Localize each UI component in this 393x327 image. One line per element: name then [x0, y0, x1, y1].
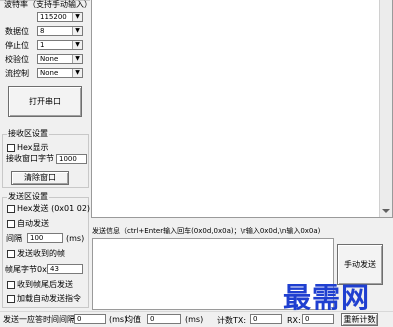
chevron-down-icon: ▼ — [72, 69, 82, 77]
auto-send-checkbox[interactable] — [7, 220, 15, 228]
watermark-logo: 最需网 — [283, 281, 371, 314]
avg-input[interactable]: 0 — [147, 314, 181, 324]
period-unit: (ms) — [66, 234, 85, 243]
hex-send-checkbox[interactable] — [7, 205, 15, 213]
flow-label: 流控制 — [5, 69, 29, 78]
reset-count-button[interactable]: 重新计数 — [341, 313, 378, 326]
chevron-down-icon: ▼ — [72, 55, 82, 63]
count-tx-label: 计数TX: — [217, 316, 247, 325]
window-bytes-label: 接收窗口字节 — [6, 154, 54, 163]
baud-value: 115200 — [40, 13, 67, 21]
send-info-label: 发送信息（ctrl+Enter输入回车(0x0d,0x0a)；\r输入0x0d,… — [92, 227, 321, 235]
manual-send-button[interactable]: 手动发送 — [337, 244, 383, 285]
send-received-label: 发送收到的帧 — [17, 249, 65, 258]
period-label: 间隔 — [6, 234, 22, 243]
add-auto-cmd-checkbox[interactable] — [7, 295, 15, 303]
hex-display-label: Hex显示 — [17, 143, 49, 152]
chevron-down-icon: ▼ — [72, 41, 82, 49]
receive-textarea[interactable] — [91, 0, 393, 218]
delay-label: 发送一应答时间间隔 — [3, 315, 75, 324]
count-tx-input: 0 — [250, 314, 282, 324]
flow-value: None — [40, 69, 59, 77]
clear-window-button[interactable]: 清除窗口 — [11, 171, 69, 185]
parity-label: 校验位 — [5, 55, 29, 64]
frame-tail-label: 帧尾字节0x: — [5, 265, 50, 274]
receive-group-title: 接收区设置 — [7, 129, 49, 139]
avg-unit: (ms) — [185, 315, 204, 324]
auto-send-label: 自动发送 — [17, 219, 49, 228]
frame-tail-input[interactable]: 43 — [47, 264, 83, 274]
flow-select[interactable]: None ▼ — [37, 68, 83, 78]
rx-label: RX: — [287, 316, 301, 325]
send-after-receive-label: 收到帧尾后发送 — [17, 280, 73, 289]
open-port-button[interactable]: 打开串口 — [8, 86, 82, 117]
stopbits-value: 1 — [40, 41, 45, 49]
chevron-down-icon: ▼ — [72, 27, 82, 35]
stopbits-label: 停止位 — [5, 41, 29, 50]
databits-select[interactable]: 8 ▼ — [37, 26, 83, 36]
period-input[interactable]: 100 — [27, 233, 63, 243]
window-bytes-input[interactable]: 1000 — [56, 154, 87, 164]
baud-select[interactable]: 115200 ▼ — [37, 12, 83, 22]
add-auto-cmd-label: 加载自动发送指令 — [17, 294, 81, 303]
rx-input: 0 — [302, 314, 334, 324]
parity-select[interactable]: None ▼ — [37, 54, 83, 64]
send-after-receive-checkbox[interactable] — [7, 281, 15, 289]
databits-label: 数据位 — [5, 27, 29, 36]
hex-display-checkbox[interactable] — [7, 144, 15, 152]
receive-scrollbar[interactable] — [379, 0, 392, 217]
send-group-title: 发送区设置 — [7, 192, 49, 202]
send-received-checkbox[interactable] — [7, 250, 15, 258]
avg-label: 均值 — [125, 315, 141, 324]
chevron-down-icon: ▼ — [72, 13, 82, 21]
scroll-down-icon[interactable] — [382, 209, 390, 213]
delay-input[interactable]: 0 — [74, 314, 106, 324]
stopbits-select[interactable]: 1 ▼ — [37, 40, 83, 50]
baud-label: 波特率（支持手动输入） — [4, 0, 92, 9]
parity-value: None — [40, 55, 59, 63]
databits-value: 8 — [40, 27, 45, 35]
hex-send-label: Hex发送 (0x01 02) — [17, 204, 91, 213]
